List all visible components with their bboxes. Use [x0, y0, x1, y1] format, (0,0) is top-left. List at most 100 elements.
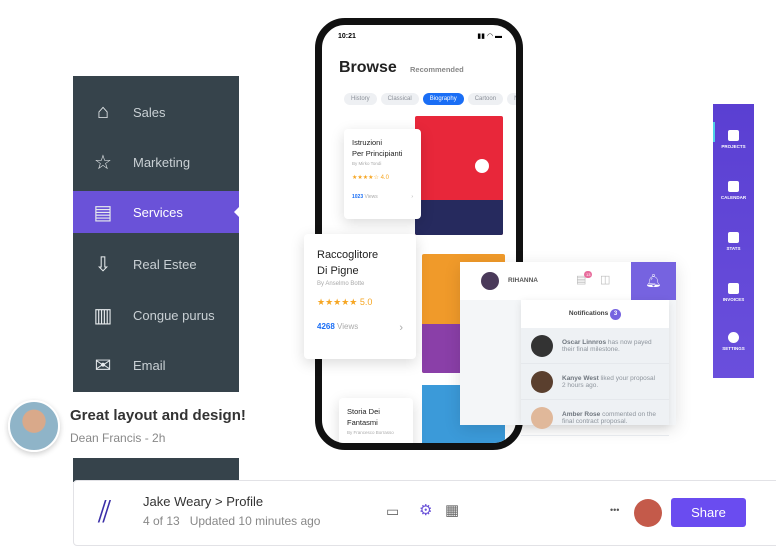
notif-text: commented on the [600, 410, 656, 418]
projects-icon [728, 130, 739, 141]
sidebar-item-label: Marketing [133, 154, 191, 170]
sidebar-item-email[interactable]: ✉ Email [73, 344, 239, 386]
nav-label: STATS [726, 246, 741, 251]
page-title: Browse [339, 59, 397, 76]
nav-label: SETTINGS [722, 346, 745, 351]
rating-stars: ★★★★★ [317, 297, 358, 307]
views-label: Views [337, 322, 359, 331]
notifications-title: Notifications [568, 310, 609, 317]
testimonial-author: Dean Francis - 2h [70, 431, 166, 445]
nav-label: CALENDAR [720, 195, 747, 200]
calendar-icon [728, 181, 739, 192]
book-card[interactable]: Storia Dei Fantasmi By Francesco Borrasso [339, 398, 413, 443]
notif-text: has now payed [606, 338, 652, 346]
views-label: Views [364, 194, 378, 200]
book-title: Fantasmi [347, 418, 378, 427]
calendar-icon[interactable]: ◫ [600, 273, 610, 286]
notification-item[interactable]: Kanye West liked your proposal 2 hours ag… [521, 364, 669, 400]
nav-projects[interactable]: PROJECTS [713, 130, 754, 149]
share-button[interactable]: Share [671, 498, 746, 527]
notif-name: Kanye West [562, 374, 599, 382]
bell-icon[interactable]: 🔔︎ [631, 262, 676, 300]
right-nav: PROJECTS CALENDAR STATS INVOICES SETTING… [713, 104, 754, 378]
profile-bar: ⫽ Jake Weary > Profile 4 of 13 Updated 1… [73, 480, 776, 546]
nav-label: INVOICES [722, 297, 745, 302]
breadcrumb-sep: > [215, 494, 223, 509]
nav-calendar[interactable]: CALENDAR [713, 181, 754, 200]
avatar [531, 334, 553, 357]
notification-item[interactable]: Amber Rose commented on the final contrac… [521, 400, 669, 436]
chip-classical[interactable]: Classical [380, 93, 419, 105]
chip-more[interactable]: N [507, 93, 516, 105]
download-icon: ⇩ [94, 253, 112, 276]
views-count: 4268 [317, 322, 335, 331]
book-title: Raccoglitore [317, 249, 379, 261]
book-title: Di Pigne [317, 265, 359, 277]
avatar[interactable] [481, 272, 499, 290]
notif-text: final contract proposal. [562, 417, 628, 425]
sidebar-extension [73, 458, 239, 482]
book-card-featured[interactable]: Raccoglitore Di Pigne By Anselmo Botte ★★… [304, 234, 416, 359]
sidebar-item-label: Congue purus [133, 307, 215, 323]
stats-icon [728, 232, 739, 243]
book-card[interactable]: Istruzioni Per Principianti By Mirko Tond… [344, 129, 421, 219]
status-time: 10:21 [338, 33, 356, 40]
home-icon: ⌂ [96, 100, 110, 123]
book-author: By Francesco Borrasso [347, 430, 394, 435]
notifications-dropdown: Notifications 3 Oscar Linnros has now pa… [521, 300, 669, 436]
user-name: RIHANNA [508, 277, 538, 284]
book-title: Per Principianti [352, 149, 403, 158]
book-author: By Mirko Tondi [352, 161, 382, 166]
position-indicator: 4 of 13 [143, 514, 180, 528]
mail-icon: ✉ [94, 354, 112, 377]
more-icon[interactable]: ••• [610, 505, 619, 515]
rating-value: 5.0 [359, 297, 373, 307]
sidebar-item-services[interactable]: ▤ Services [73, 191, 239, 233]
notification-widget: RIHANNA ▤ 13 ◫ 🔔︎ Notifications 3 Oscar … [460, 262, 676, 436]
document-icon: ▤ [93, 201, 113, 224]
book-title: Storia Dei [347, 407, 380, 416]
invoice-icon [728, 283, 739, 294]
avatar [8, 400, 60, 452]
sidebar-item-label: Email [133, 357, 166, 373]
sidebar-item-label: Sales [133, 104, 166, 120]
sidebar-item-marketing[interactable]: ☆ Marketing [73, 141, 239, 183]
chip-history[interactable]: History [344, 93, 377, 105]
notif-text: liked your proposal [598, 374, 656, 382]
notif-text: their final milestone. [562, 345, 620, 353]
nav-label: PROJECTS [721, 144, 746, 149]
notification-item[interactable]: Oscar Linnros has now payed their final m… [521, 328, 669, 364]
status-icons: ▮▮ ◠ ▬ [477, 33, 502, 40]
sidebar-item-congue-purus[interactable]: ▥ Congue purus [73, 294, 239, 336]
bar-chart-icon: ▥ [93, 304, 113, 327]
sidebar-item-label: Services [133, 204, 183, 220]
avatar[interactable] [634, 499, 662, 527]
avatar [531, 406, 553, 429]
comment-icon[interactable]: ▭ [386, 503, 399, 520]
nav-stats[interactable]: STATS [713, 232, 754, 251]
book-author: By Anselmo Botte [317, 281, 365, 287]
sidebar-item-sales[interactable]: ⌂ Sales [73, 91, 239, 133]
chip-cartoon[interactable]: Cartoon [467, 93, 504, 105]
logo-icon: ⫽ [98, 496, 112, 529]
gear-icon[interactable]: ⚙ [419, 501, 432, 519]
category-chips: History Classical Biography Cartoon N [344, 87, 516, 105]
gear-icon [728, 332, 739, 343]
notif-name: Amber Rose [562, 410, 601, 418]
book-cover-red[interactable] [415, 116, 503, 235]
chip-biography[interactable]: Biography [422, 93, 464, 105]
notifications-count: 3 [610, 309, 622, 320]
rating-value: 4.0 [380, 175, 389, 181]
grid-icon[interactable]: ▦ [445, 501, 459, 519]
recommended-tab[interactable]: Recommended [410, 65, 464, 74]
chevron-right-icon[interactable]: › [411, 194, 413, 200]
updated-time: Updated 10 minutes ago [189, 514, 321, 528]
breadcrumb-user[interactable]: Jake Weary [143, 494, 211, 509]
breadcrumb-page[interactable]: Profile [226, 494, 263, 509]
notif-name: Oscar Linnros [562, 338, 607, 346]
chevron-right-icon[interactable]: › [399, 322, 403, 334]
sidebar-item-real-estee[interactable]: ⇩ Real Estee [73, 243, 239, 285]
testimonial-quote: Great layout and design! [70, 407, 246, 424]
nav-settings[interactable]: SETTINGS [713, 332, 754, 351]
nav-invoices[interactable]: INVOICES [713, 283, 754, 302]
